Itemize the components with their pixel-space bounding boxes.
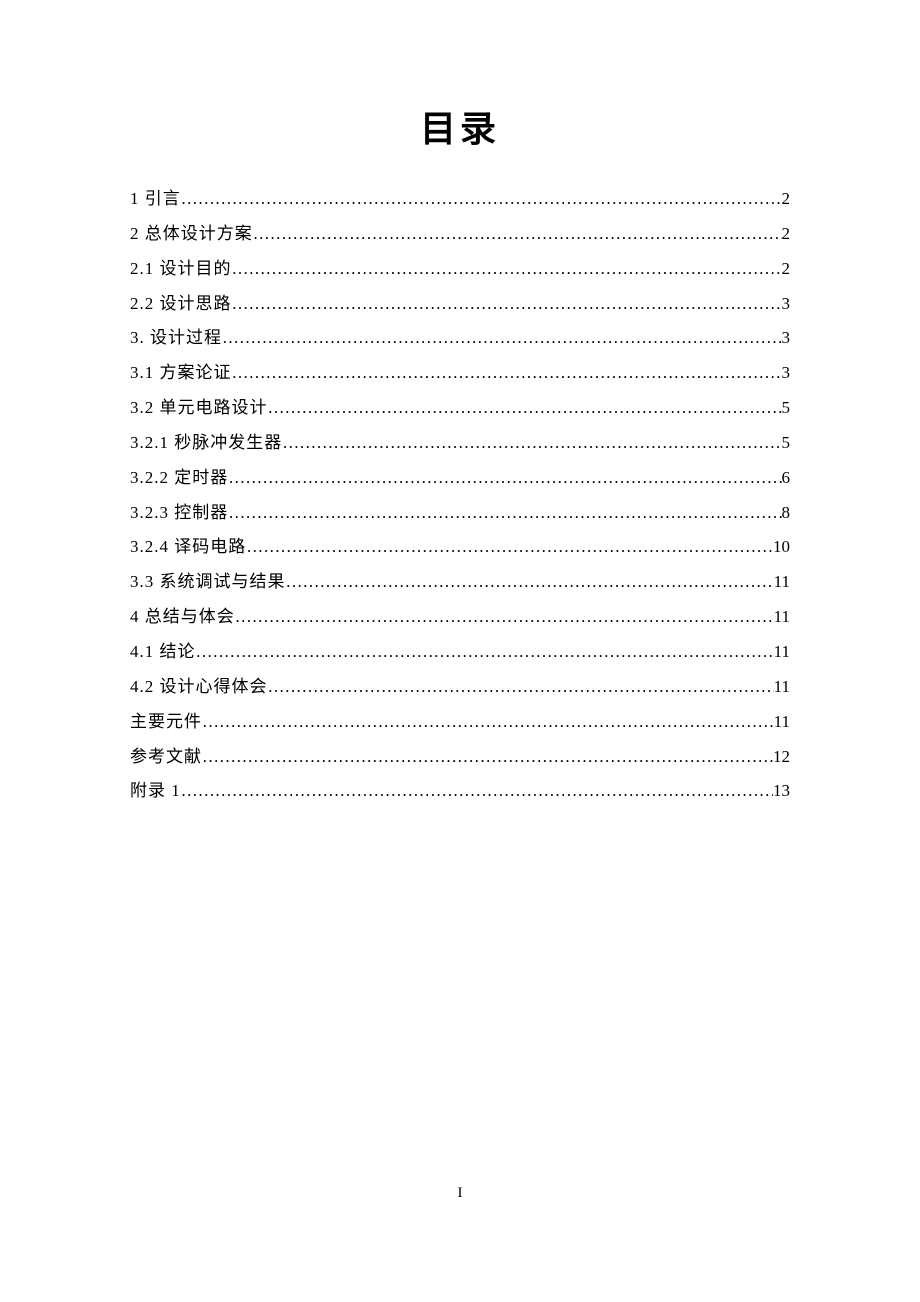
toc-leader xyxy=(286,565,774,600)
toc-leader xyxy=(282,426,781,461)
toc-leader xyxy=(235,600,774,635)
toc-leader xyxy=(268,670,774,705)
toc-leader xyxy=(181,182,782,217)
toc-page: 5 xyxy=(782,426,791,461)
toc-page: 2 xyxy=(782,182,791,217)
toc-list: 1 引言 2 2 总体设计方案 2 2.1 设计目的 2 2.2 设计思路 3 … xyxy=(130,182,790,809)
toc-entry: 1 引言 2 xyxy=(130,182,790,217)
toc-label: 1 引言 xyxy=(130,182,181,217)
toc-page: 13 xyxy=(773,774,790,809)
toc-leader xyxy=(232,252,782,287)
toc-entry: 参考文献 12 xyxy=(130,740,790,775)
toc-label: 4.2 设计心得体会 xyxy=(130,670,268,705)
toc-label: 2 总体设计方案 xyxy=(130,217,253,252)
toc-entry: 3.2.2 定时器 6 xyxy=(130,461,790,496)
toc-label: 4 总结与体会 xyxy=(130,600,235,635)
toc-entry: 附录 1 13 xyxy=(130,774,790,809)
toc-page: 11 xyxy=(774,670,790,705)
toc-page: 12 xyxy=(773,740,790,775)
toc-page: 2 xyxy=(782,217,791,252)
toc-entry: 3.2.1 秒脉冲发生器 5 xyxy=(130,426,790,461)
toc-label: 3. 设计过程 xyxy=(130,321,222,356)
toc-entry: 主要元件 11 xyxy=(130,705,790,740)
toc-label: 3.2.4 译码电路 xyxy=(130,530,246,565)
toc-entry: 3.2.4 译码电路 10 xyxy=(130,530,790,565)
toc-page: 11 xyxy=(774,635,790,670)
toc-leader xyxy=(228,496,781,531)
toc-leader xyxy=(253,217,782,252)
toc-leader xyxy=(202,705,774,740)
toc-entry: 3.2.3 控制器 8 xyxy=(130,496,790,531)
toc-label: 参考文献 xyxy=(130,740,202,775)
toc-leader xyxy=(181,774,773,809)
toc-entry: 2.1 设计目的 2 xyxy=(130,252,790,287)
toc-entry: 2.2 设计思路 3 xyxy=(130,287,790,322)
toc-entry: 4 总结与体会 11 xyxy=(130,600,790,635)
toc-leader xyxy=(222,321,782,356)
toc-label: 3.1 方案论证 xyxy=(130,356,232,391)
toc-entry: 3. 设计过程 3 xyxy=(130,321,790,356)
toc-label: 3.2 单元电路设计 xyxy=(130,391,268,426)
toc-page: 8 xyxy=(782,496,791,531)
toc-entry: 3.3 系统调试与结果 11 xyxy=(130,565,790,600)
toc-page: 10 xyxy=(773,530,790,565)
toc-label: 3.3 系统调试与结果 xyxy=(130,565,286,600)
toc-label: 3.2.1 秒脉冲发生器 xyxy=(130,426,282,461)
toc-entry: 4.1 结论 11 xyxy=(130,635,790,670)
toc-entry: 4.2 设计心得体会 11 xyxy=(130,670,790,705)
toc-leader xyxy=(202,740,773,775)
toc-page: 3 xyxy=(782,287,791,322)
toc-entry: 3.1 方案论证 3 xyxy=(130,356,790,391)
document-page: 目录 1 引言 2 2 总体设计方案 2 2.1 设计目的 2 2.2 设计思路… xyxy=(0,0,920,809)
toc-leader xyxy=(232,356,782,391)
toc-label: 2.1 设计目的 xyxy=(130,252,232,287)
toc-entry: 3.2 单元电路设计 5 xyxy=(130,391,790,426)
toc-page: 2 xyxy=(782,252,791,287)
toc-label: 3.2.3 控制器 xyxy=(130,496,228,531)
page-number: I xyxy=(0,1185,920,1202)
toc-page: 3 xyxy=(782,356,791,391)
toc-page: 11 xyxy=(774,565,790,600)
toc-leader xyxy=(232,287,782,322)
toc-entry: 2 总体设计方案 2 xyxy=(130,217,790,252)
toc-title: 目录 xyxy=(130,100,790,152)
toc-leader xyxy=(196,635,774,670)
toc-page: 11 xyxy=(774,600,790,635)
toc-label: 4.1 结论 xyxy=(130,635,196,670)
toc-label: 主要元件 xyxy=(130,705,202,740)
toc-page: 6 xyxy=(782,461,791,496)
toc-page: 11 xyxy=(774,705,790,740)
toc-leader xyxy=(246,530,773,565)
toc-page: 5 xyxy=(782,391,791,426)
toc-label: 3.2.2 定时器 xyxy=(130,461,228,496)
toc-leader xyxy=(268,391,782,426)
toc-page: 3 xyxy=(782,321,791,356)
toc-leader xyxy=(228,461,781,496)
toc-label: 2.2 设计思路 xyxy=(130,287,232,322)
toc-label: 附录 1 xyxy=(130,774,181,809)
